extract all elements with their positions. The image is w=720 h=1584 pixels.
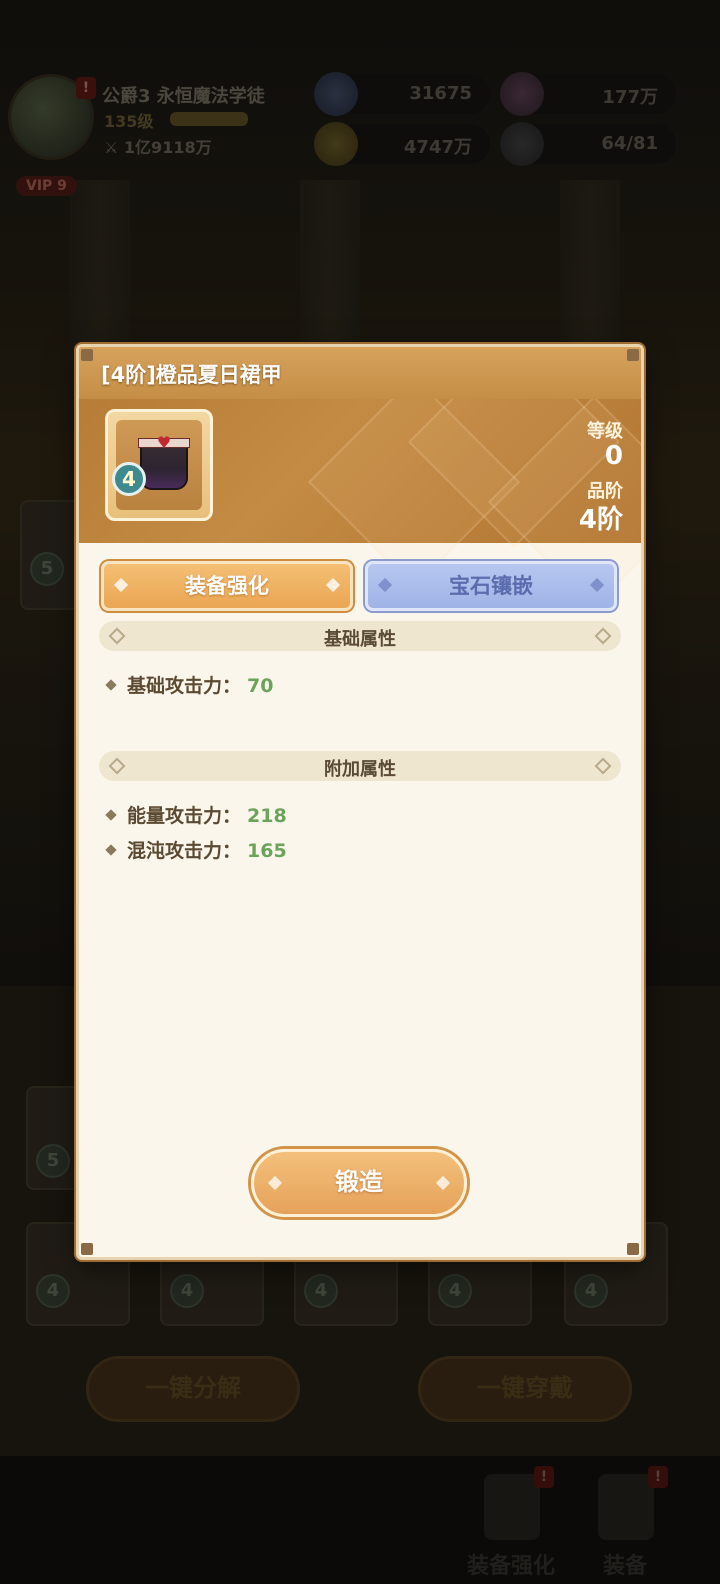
forge-button[interactable]: 锻造	[251, 1149, 467, 1217]
attribute-value: 218	[247, 805, 287, 827]
attribute-value: 165	[247, 840, 287, 862]
equipment-detail-dialog: [4阶]橙品夏日裙甲 ♥ 4 等级 0 品阶 4阶 装备强化 宝石镶嵌 基础属性…	[76, 344, 644, 1260]
item-tier-badge: 4	[112, 462, 146, 496]
tab-gem-inlay[interactable]: 宝石镶嵌	[365, 561, 617, 611]
tier-value: 4阶	[578, 505, 623, 535]
item-icon-frame: ♥ 4	[105, 409, 213, 521]
heart-icon: ♥	[156, 433, 172, 452]
attribute-row: 基础攻击力： 70	[105, 671, 274, 697]
button-decoration	[267, 1175, 283, 1191]
level-value: 0	[604, 441, 623, 471]
tab-label: 宝石镶嵌	[449, 574, 533, 598]
section-title: 基础属性	[324, 629, 396, 650]
dialog-corner	[627, 1243, 639, 1255]
tab-decoration	[589, 577, 605, 593]
dialog-corner	[81, 349, 93, 361]
tab-decoration	[325, 577, 341, 593]
button-decoration	[435, 1175, 451, 1191]
dialog-titlebar: [4阶]橙品夏日裙甲	[79, 347, 641, 399]
attribute-row: 能量攻击力： 218	[105, 801, 287, 827]
dialog-corner	[81, 1243, 93, 1255]
section-title: 附加属性	[324, 759, 396, 780]
tab-decoration	[377, 577, 393, 593]
bullet-icon	[105, 678, 117, 691]
tab-decoration	[113, 577, 129, 593]
bullet-icon	[105, 843, 117, 856]
section-header-base-attributes: 基础属性	[99, 621, 621, 651]
dialog-header: [4阶]橙品夏日裙甲 ♥ 4 等级 0 品阶 4阶	[79, 347, 641, 609]
tab-equipment-enhance[interactable]: 装备强化	[101, 561, 353, 611]
attribute-name: 能量攻击力：	[127, 805, 242, 827]
dialog-corner	[627, 349, 639, 361]
section-header-extra-attributes: 附加属性	[99, 751, 621, 781]
attribute-row: 混沌攻击力： 165	[105, 836, 287, 862]
tab-label: 装备强化	[185, 574, 269, 598]
attribute-name: 混沌攻击力：	[127, 840, 242, 862]
attribute-value: 70	[247, 675, 274, 697]
attribute-name: 基础攻击力：	[127, 675, 242, 697]
forge-button-label: 锻造	[335, 1168, 383, 1196]
level-label: 等级	[587, 421, 623, 442]
dialog-title: [4阶]橙品夏日裙甲	[101, 363, 282, 387]
bullet-icon	[105, 808, 117, 821]
